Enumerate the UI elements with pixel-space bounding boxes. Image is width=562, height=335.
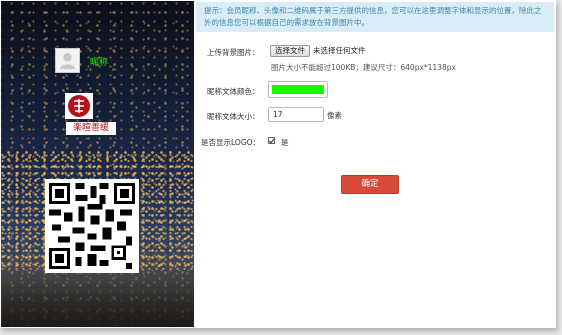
bg-upload-label: 上传背景图片： bbox=[207, 48, 260, 57]
logo-seal-icon[interactable] bbox=[65, 93, 93, 119]
choose-file-button[interactable]: 选择文件 bbox=[270, 45, 310, 57]
tip-banner: 提示：会员昵称、头像和二维码属于第三方提供的信息，您可以在这里调整字体和显示的位… bbox=[196, 2, 554, 32]
font-size-label: 昵称文体大小： bbox=[207, 112, 260, 121]
avatar-placeholder-icon[interactable] bbox=[55, 48, 80, 73]
show-logo-option[interactable]: 是 bbox=[281, 137, 289, 148]
poster-preview: 昵称 楽暄善缓 bbox=[1, 1, 194, 327]
show-logo-checkbox[interactable] bbox=[268, 137, 275, 144]
color-swatch bbox=[272, 85, 324, 94]
nickname-preview[interactable]: 昵称 bbox=[90, 55, 108, 68]
font-size-input[interactable]: 17 bbox=[268, 107, 324, 122]
show-logo-label: 是否显示LOGO： bbox=[201, 138, 261, 147]
horizon-silhouette bbox=[1, 269, 194, 327]
font-size-unit: 像素 bbox=[327, 111, 342, 120]
nickname-color-picker[interactable] bbox=[268, 81, 328, 98]
logo-text: 楽暄善缓 bbox=[66, 122, 116, 135]
editor-panel: 昵称 楽暄善缓 提示：会员昵称、头像和二维码属于第三方提供的信息，您可以在这里调… bbox=[0, 0, 556, 328]
color-label: 昵称文体颜色： bbox=[207, 87, 260, 96]
file-status: 未选择任何文件 bbox=[313, 46, 366, 55]
file-size-hint: 图片大小不能超过100KB；建议尺寸：640px*1138px bbox=[271, 63, 456, 72]
qr-code[interactable] bbox=[45, 179, 139, 273]
confirm-button[interactable]: 确定 bbox=[341, 175, 399, 194]
